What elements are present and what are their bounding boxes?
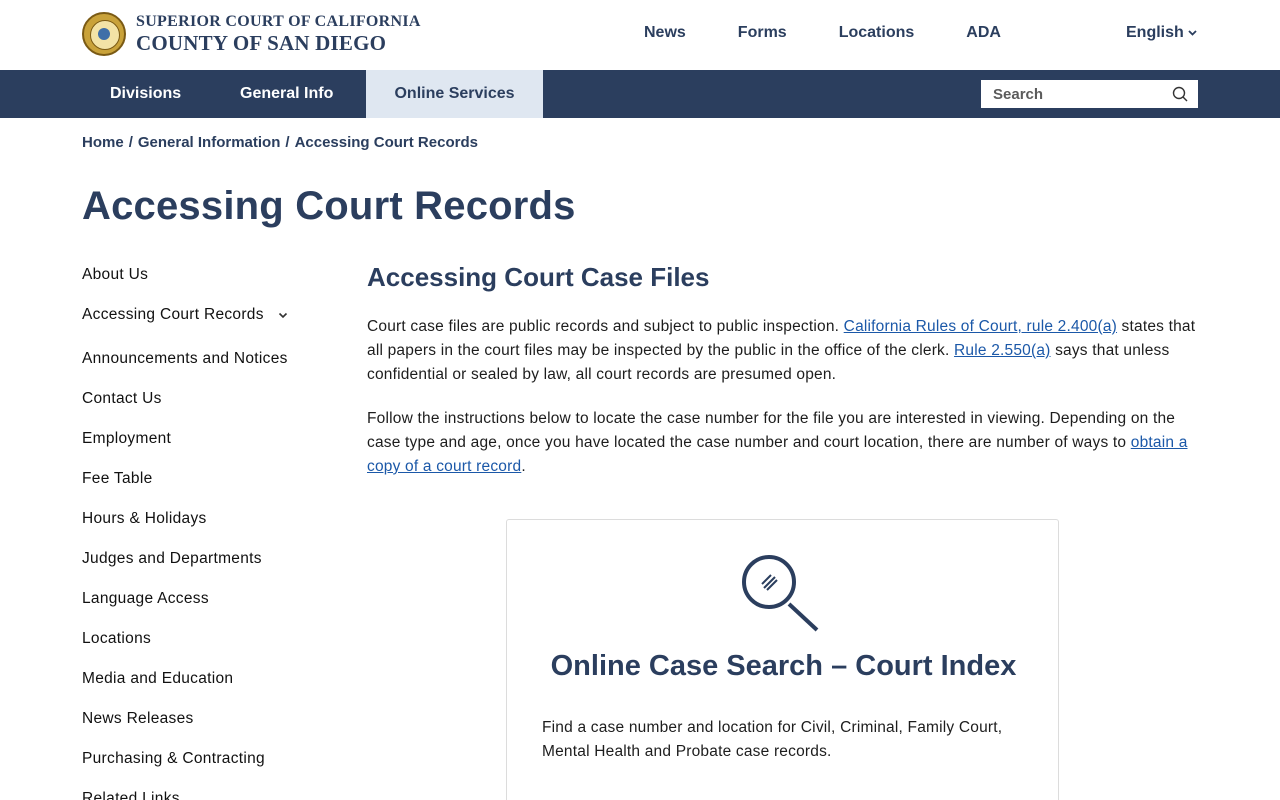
sidebar-item-fee-table[interactable]: Fee Table bbox=[82, 469, 322, 509]
paragraph-text: Court case files are public records and … bbox=[367, 318, 844, 335]
chevron-down-icon bbox=[1188, 27, 1197, 39]
paragraph-text: Follow the instructions below to locate … bbox=[367, 410, 1176, 451]
nav-online-services[interactable]: Online Services bbox=[366, 70, 543, 118]
sidebar-item-label: Locations bbox=[82, 630, 152, 647]
sidebar-item-announcements[interactable]: Announcements and Notices bbox=[82, 349, 322, 389]
rule-2-400-link[interactable]: California Rules of Court, rule 2.400(a) bbox=[844, 318, 1117, 335]
intro-paragraph: Court case files are public records and … bbox=[367, 315, 1197, 387]
magnifying-glass-icon bbox=[741, 554, 821, 634]
breadcrumb-separator: / bbox=[128, 134, 133, 151]
sidebar-item-contact-us[interactable]: Contact Us bbox=[82, 389, 322, 429]
sidebar-nav: About Us Accessing Court Records Announc… bbox=[82, 265, 322, 800]
logo-line1: SUPERIOR COURT OF CALIFORNIA bbox=[136, 13, 421, 30]
sidebar-item-news-releases[interactable]: News Releases bbox=[82, 709, 322, 749]
court-logo[interactable]: SUPERIOR COURT OF CALIFORNIA COUNTY OF S… bbox=[82, 12, 421, 56]
top-link-ada[interactable]: ADA bbox=[966, 24, 1001, 42]
sidebar-item-label: Announcements and Notices bbox=[82, 350, 288, 367]
sidebar-item-judges-departments[interactable]: Judges and Departments bbox=[82, 549, 322, 589]
sidebar-item-accessing-court-records[interactable]: Accessing Court Records bbox=[82, 305, 322, 349]
top-nav: News Forms Locations ADA bbox=[644, 24, 1053, 42]
sidebar-item-about-us[interactable]: About Us bbox=[82, 265, 322, 305]
breadcrumb-separator: / bbox=[285, 134, 290, 151]
sidebar-item-label: Judges and Departments bbox=[82, 550, 262, 567]
nav-general-info[interactable]: General Info bbox=[212, 70, 361, 118]
sidebar-item-purchasing[interactable]: Purchasing & Contracting bbox=[82, 749, 322, 789]
nav-divisions[interactable]: Divisions bbox=[110, 70, 181, 118]
section-heading: Accessing Court Case Files bbox=[367, 262, 710, 292]
sidebar-item-related-links[interactable]: Related Links bbox=[82, 789, 322, 800]
sidebar-item-employment[interactable]: Employment bbox=[82, 429, 322, 469]
sidebar-item-locations[interactable]: Locations bbox=[82, 629, 322, 669]
chevron-down-icon[interactable] bbox=[278, 305, 288, 325]
top-link-news[interactable]: News bbox=[644, 24, 686, 42]
language-label: English bbox=[1126, 24, 1184, 41]
breadcrumb-general-information[interactable]: General Information bbox=[138, 134, 281, 151]
breadcrumb-home[interactable]: Home bbox=[82, 134, 124, 151]
sidebar-item-label: Accessing Court Records bbox=[82, 306, 264, 323]
sidebar-item-label: News Releases bbox=[82, 710, 194, 727]
online-case-search-card[interactable]: Online Case Search – Court Index Find a … bbox=[506, 519, 1059, 800]
sidebar-item-label: Employment bbox=[82, 430, 172, 447]
page-title: Accessing Court Records bbox=[82, 184, 576, 228]
card-title[interactable]: Online Case Search – Court Index bbox=[507, 650, 1060, 683]
breadcrumb: Home / General Information / Accessing Court… bbox=[82, 134, 478, 151]
sidebar-item-label: Contact Us bbox=[82, 390, 162, 407]
top-link-locations[interactable]: Locations bbox=[839, 24, 915, 42]
sidebar-item-label: About Us bbox=[82, 266, 149, 283]
sidebar-item-hours-holidays[interactable]: Hours & Holidays bbox=[82, 509, 322, 549]
instructions-paragraph: Follow the instructions below to locate … bbox=[367, 407, 1197, 479]
sidebar-item-media-education[interactable]: Media and Education bbox=[82, 669, 322, 709]
logo-text: SUPERIOR COURT OF CALIFORNIA COUNTY OF S… bbox=[136, 13, 421, 55]
search-box bbox=[981, 80, 1198, 108]
rule-2-550-link[interactable]: Rule 2.550(a) bbox=[954, 342, 1051, 359]
sidebar-item-label: Fee Table bbox=[82, 470, 153, 487]
top-link-forms[interactable]: Forms bbox=[738, 24, 787, 42]
site-header: SUPERIOR COURT OF CALIFORNIA COUNTY OF S… bbox=[0, 0, 1280, 70]
sidebar-item-label: Purchasing & Contracting bbox=[82, 750, 265, 767]
search-icon[interactable] bbox=[1172, 86, 1188, 102]
search-input[interactable] bbox=[981, 80, 1161, 108]
main-content: Accessing Court Case Files Court case fi… bbox=[367, 262, 1197, 499]
sidebar-item-label: Media and Education bbox=[82, 670, 234, 687]
sidebar-item-label: Related Links bbox=[82, 790, 180, 800]
card-description: Find a case number and location for Civi… bbox=[542, 719, 1003, 760]
paragraph-text: . bbox=[521, 458, 526, 475]
sidebar-item-label: Language Access bbox=[82, 590, 209, 607]
court-seal-icon bbox=[82, 12, 126, 56]
breadcrumb-current: Accessing Court Records bbox=[294, 134, 478, 151]
logo-line2: COUNTY OF SAN DIEGO bbox=[136, 31, 387, 55]
sidebar-item-label: Hours & Holidays bbox=[82, 510, 207, 527]
main-nav-bar: Divisions General Info Online Services bbox=[0, 70, 1280, 118]
sidebar-item-language-access[interactable]: Language Access bbox=[82, 589, 322, 629]
language-selector[interactable]: English bbox=[1126, 24, 1197, 42]
